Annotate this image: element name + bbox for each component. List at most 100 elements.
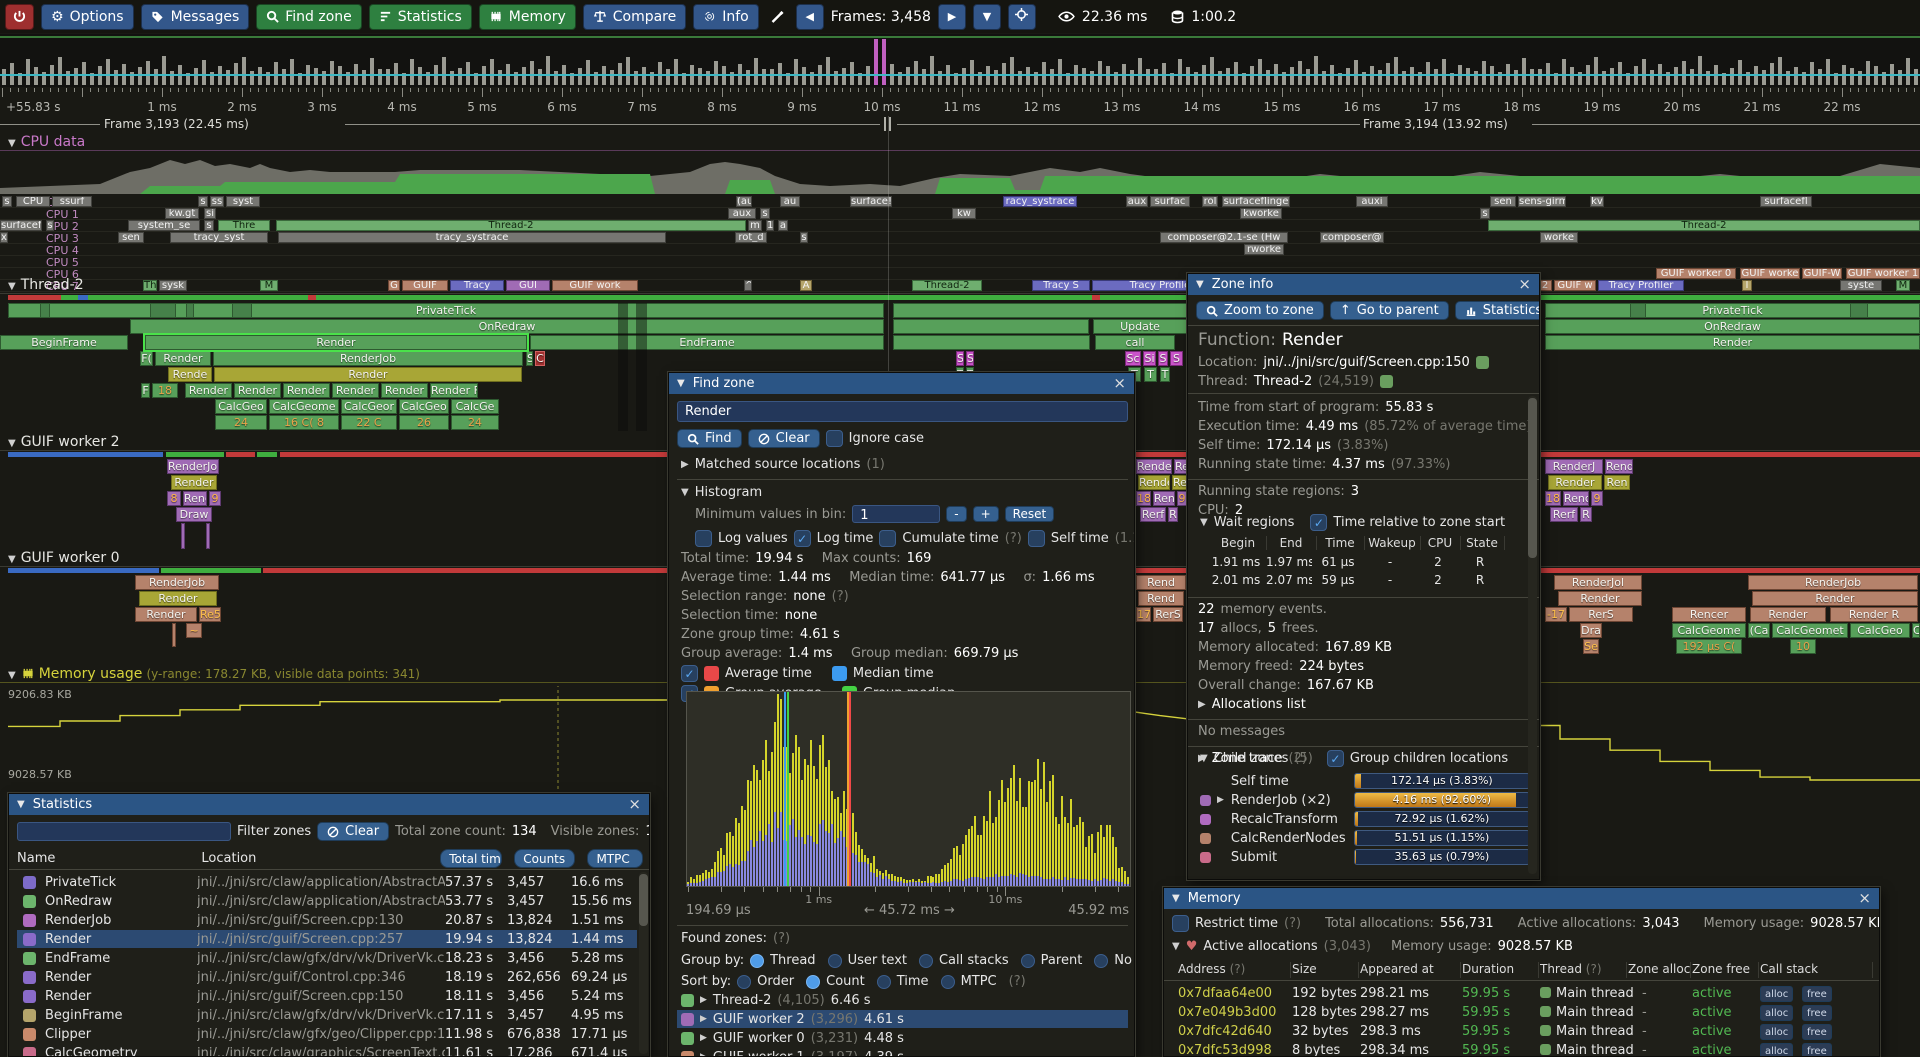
table-row[interactable]: CalcGeometryjni/../jni/src/claw/graphics… <box>17 1044 637 1057</box>
min-bin-increase-button[interactable]: + <box>973 506 999 522</box>
timeline-zone[interactable]: RenderJo <box>1136 459 1172 474</box>
legend-checkbox[interactable]: ✓ <box>681 665 698 682</box>
free-callstack-button[interactable]: free <box>1802 986 1832 1002</box>
cpu-data-header[interactable]: ▼CPU data <box>8 134 85 150</box>
timeline-zone[interactable]: Render F <box>430 383 478 398</box>
cpu-zone[interactable]: sysk <box>159 280 187 291</box>
thread-header[interactable]: ▼GUIF worker 2 <box>8 434 120 450</box>
timeline-zone[interactable]: RerS <box>1153 607 1183 622</box>
cpu-zone[interactable]: kw <box>952 208 976 219</box>
cpu-zone[interactable]: I <box>1742 280 1752 291</box>
timeline-zone[interactable]: S <box>526 351 533 366</box>
timeline-zone[interactable]: Rerf <box>1140 507 1166 522</box>
find-zone-button[interactable]: Find zone <box>256 4 362 30</box>
timeline-zone[interactable]: 192 µs C( <box>1676 639 1742 654</box>
group-by-parent-radio[interactable] <box>1021 954 1035 968</box>
min-bin-decrease-button[interactable]: - <box>946 506 966 522</box>
group-by-thread-radio[interactable] <box>750 954 764 968</box>
wait-regions-collapse-icon[interactable]: ▼ <box>1200 517 1208 528</box>
alloc-callstack-button[interactable]: alloc <box>1760 1024 1793 1040</box>
found-group-row[interactable]: ▶Thread-2(4,105)6.46 s <box>677 991 1128 1009</box>
group-by-user-text-radio[interactable] <box>828 954 842 968</box>
timeline-zone[interactable]: Rend <box>183 491 207 506</box>
go-to-parent-button[interactable]: ↑Go to parent <box>1330 301 1449 320</box>
cpu-zone[interactable]: GUIF work <box>552 280 638 291</box>
cpu-zone[interactable]: Tracy <box>450 280 504 291</box>
timeline-zone[interactable]: Rend <box>1563 491 1589 506</box>
table-row[interactable]: EndFramejni/../jni/src/claw/gfx/drv/vk/D… <box>17 949 637 967</box>
timeline-zone[interactable]: 26 <box>399 415 449 430</box>
expand-icon[interactable]: ▶ <box>700 995 707 1005</box>
timeline-zone[interactable]: Render <box>155 351 211 366</box>
memory-row[interactable]: 0x7dfaa64e00192 bytes298.21 ms59.95 sMai… <box>1164 984 1880 1002</box>
timeline-zone[interactable]: 18 <box>1136 491 1151 506</box>
child-zone-row[interactable]: ▶RenderJob (×2)4.16 ms (92.60%) <box>1200 791 1530 809</box>
frame-separators-row[interactable]: Frame 3,193 (22.45 ms) Frame 3,194 (13.92… <box>0 116 1920 133</box>
memory-titlebar[interactable]: ▼ Memory × <box>1164 888 1879 909</box>
cpu-zone[interactable]: tracy_syst <box>170 232 268 243</box>
timeline-zone[interactable]: Update <box>1093 319 1187 334</box>
alloc-callstack-button[interactable]: alloc <box>1760 1005 1793 1021</box>
frame-label[interactable]: Frame 3,194 (13.92 ms) <box>1363 117 1508 131</box>
table-row[interactable]: OnRedrawjni/../jni/src/claw/application/… <box>17 892 637 910</box>
timeline-zone[interactable]: Render <box>381 383 428 398</box>
timeline-zone[interactable]: 16 C( 8 <box>269 415 339 430</box>
cpu-zone[interactable]: a <box>778 220 788 231</box>
ignore-case-checkbox[interactable] <box>826 430 843 447</box>
timeline-zone[interactable] <box>232 303 252 318</box>
timeline-zone[interactable]: Rend <box>1138 591 1184 606</box>
find-button[interactable]: Find <box>677 429 742 448</box>
clear-button[interactable]: Clear <box>748 429 820 448</box>
alloc-callstack-button[interactable]: alloc <box>1760 1043 1793 1057</box>
cpu-zone[interactable]: GUIF w <box>1554 280 1596 291</box>
min-bin-input[interactable]: 1 <box>852 505 940 523</box>
cpu-zone[interactable]: s <box>204 220 214 231</box>
table-row[interactable]: PrivateTickjni/../jni/src/claw/applicati… <box>17 873 637 891</box>
timeline-zone[interactable]: 8 <box>167 491 181 506</box>
timeline-zone[interactable] <box>893 319 1089 334</box>
next-frame-button[interactable]: ▶ <box>938 4 966 30</box>
cpu-zone[interactable]: kv <box>1590 196 1604 207</box>
timeline-zone[interactable]: F <box>141 383 150 398</box>
timeline-zone[interactable] <box>186 303 194 318</box>
zoom-to-zone-button[interactable]: Zoom to zone <box>1196 301 1324 320</box>
search-input[interactable]: Render <box>677 401 1128 422</box>
cpu-zone[interactable]: auxi <box>1356 196 1388 207</box>
active-alloc-collapse-icon[interactable]: ▼ <box>1172 941 1180 952</box>
timeline-zone[interactable]: CalcGeo <box>399 399 449 414</box>
cpu-zone[interactable]: rworke <box>1244 244 1284 255</box>
sort-by-order-radio[interactable] <box>737 975 751 989</box>
timeline-zone[interactable]: OnRedraw <box>1545 319 1920 334</box>
timeline-zone[interactable]: RenderJol <box>167 459 219 474</box>
frame-label[interactable]: Frame 3,193 (22.45 ms) <box>104 117 249 131</box>
memory-row[interactable]: 0x7e049b3d00128 bytes298.27 ms59.95 sMai… <box>1164 1003 1880 1021</box>
cpu-zone[interactable]: GUIF worker 1 <box>1846 268 1920 279</box>
timeline-zone[interactable]: S <box>966 351 974 366</box>
mem-col-header[interactable]: Duration <box>1462 962 1539 978</box>
cpu-zone[interactable]: CPU <box>16 196 50 207</box>
col-mtpc[interactable]: MTPC <box>587 849 643 868</box>
wait-col-header[interactable]: Time <box>1316 536 1365 550</box>
cpu-zone[interactable]: s <box>46 220 54 231</box>
close-icon[interactable]: × <box>628 797 641 812</box>
timeline-zone[interactable]: Si <box>1143 351 1156 366</box>
timeline-zone[interactable]: 24 <box>215 415 267 430</box>
cpu-zone[interactable]: sen <box>1490 196 1516 207</box>
cpu-zone[interactable]: Thread-2 <box>1488 220 1920 231</box>
restrict-time-checkbox[interactable] <box>1172 915 1189 932</box>
cpu-zone[interactable]: s <box>198 196 208 207</box>
scrollbar[interactable] <box>639 872 648 1054</box>
timeline-zone[interactable]: 10 <box>1790 639 1816 654</box>
timeline-zone[interactable]: Render <box>1545 335 1920 350</box>
cpu-zone[interactable]: tracy_systrace <box>278 232 666 243</box>
thread-color-swatch[interactable] <box>1380 375 1393 388</box>
collapse-icon[interactable]: ▼ <box>1196 279 1204 290</box>
timeline-zone[interactable] <box>150 303 176 318</box>
cpu-zone[interactable]: G <box>388 280 400 291</box>
expand-icon[interactable]: ▶ <box>700 1052 707 1057</box>
mem-col-header[interactable]: Appeared at <box>1360 962 1461 978</box>
cpu-zone[interactable]: sen <box>118 232 144 243</box>
timeline-zone[interactable]: Render <box>214 367 522 382</box>
cpu-zone[interactable]: surfaceflinge <box>1222 196 1290 207</box>
timeline-zone[interactable]: Dra <box>1580 623 1602 638</box>
